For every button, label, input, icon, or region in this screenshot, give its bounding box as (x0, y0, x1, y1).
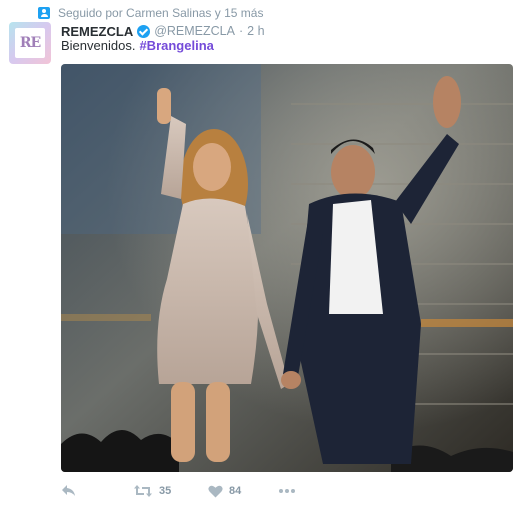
retweet-button[interactable]: 35 (133, 484, 208, 498)
heart-icon (208, 485, 223, 498)
retweet-count: 35 (159, 485, 172, 497)
avatar-logo: RE (15, 28, 45, 58)
reply-icon (61, 484, 77, 498)
header-separator: · (238, 24, 244, 38)
reply-button[interactable] (61, 484, 133, 498)
author-name[interactable]: REMEZCLA (61, 24, 133, 39)
like-button[interactable]: 84 (208, 485, 278, 498)
tweet-text: Bienvenidos. #Brangelina (61, 38, 214, 53)
retweet-icon (133, 484, 153, 498)
verified-icon (137, 24, 151, 38)
hashtag-link[interactable]: #Brangelina (139, 38, 213, 53)
more-icon (278, 488, 296, 494)
author-handle[interactable]: @REMEZCLA (154, 24, 235, 38)
social-context[interactable]: Seguido por Carmen Salinas y 15 más (38, 5, 263, 21)
tweet-header: REMEZCLA @REMEZCLA · 2 h (61, 23, 265, 39)
tweet-actions: 35 84 (61, 483, 296, 499)
tweet-body: Bienvenidos. (61, 38, 136, 53)
more-button[interactable] (278, 488, 296, 494)
tweet-timestamp[interactable]: 2 h (247, 24, 264, 38)
social-context-text: Seguido por Carmen Salinas y 15 más (58, 6, 264, 20)
avatar[interactable]: RE (9, 22, 51, 64)
person-icon (38, 7, 50, 19)
tweet-photo[interactable] (61, 64, 513, 472)
like-count: 84 (229, 485, 242, 497)
